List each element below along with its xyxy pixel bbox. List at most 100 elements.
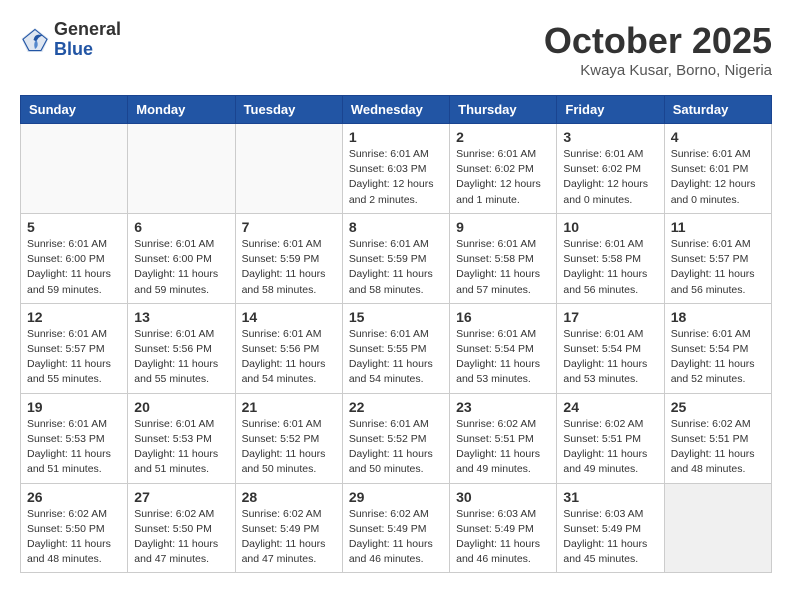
day-info: Sunrise: 6:01 AM Sunset: 5:55 PM Dayligh… <box>349 327 443 388</box>
calendar-day: 2Sunrise: 6:01 AM Sunset: 6:02 PM Daylig… <box>450 124 557 214</box>
calendar-day: 29Sunrise: 6:02 AM Sunset: 5:49 PM Dayli… <box>342 483 449 573</box>
calendar-day: 25 Sunrise: 6:02 AM Sunset: 5:51 PM Dayli… <box>664 393 771 483</box>
page-header: General Blue October 2025 Kwaya Kusar, B… <box>20 20 772 79</box>
calendar-table: SundayMondayTuesdayWednesdayThursdayFrid… <box>20 95 772 573</box>
logo-text: General Blue <box>54 20 121 60</box>
calendar-day: 9Sunrise: 6:01 AM Sunset: 5:58 PM Daylig… <box>450 213 557 303</box>
calendar-day <box>235 124 342 214</box>
day-number: 30 <box>456 489 550 505</box>
day-number: 25 <box>671 399 765 415</box>
day-info: Sunrise: 6:01 AM Sunset: 6:03 PM Dayligh… <box>349 147 443 208</box>
calendar-day: 7 Sunrise: 6:01 AM Sunset: 5:59 PM Daylig… <box>235 213 342 303</box>
calendar-day <box>664 483 771 573</box>
day-info: Sunrise: 6:02 AM Sunset: 5:50 PM Dayligh… <box>27 507 121 568</box>
day-info: Sunrise: 6:01 AM Sunset: 5:53 PM Dayligh… <box>134 417 228 478</box>
logo-general: General <box>54 20 121 40</box>
calendar-day <box>128 124 235 214</box>
calendar-day: 12 Sunrise: 6:01 AM Sunset: 5:57 PM Dayli… <box>21 303 128 393</box>
calendar-day: 30 Sunrise: 6:03 AM Sunset: 5:49 PM Dayli… <box>450 483 557 573</box>
weekday-header: Saturday <box>664 96 771 124</box>
calendar-week-row: 5 Sunrise: 6:01 AM Sunset: 6:00 PM Daylig… <box>21 213 772 303</box>
day-info: Sunrise: 6:02 AM Sunset: 5:51 PM Dayligh… <box>671 417 765 478</box>
day-number: 17 <box>563 309 657 325</box>
day-number: 29 <box>349 489 443 505</box>
calendar-day: 28Sunrise: 6:02 AM Sunset: 5:49 PM Dayli… <box>235 483 342 573</box>
calendar-day: 15 Sunrise: 6:01 AM Sunset: 5:55 PM Dayli… <box>342 303 449 393</box>
day-info: Sunrise: 6:01 AM Sunset: 5:59 PM Dayligh… <box>349 237 443 298</box>
weekday-header: Thursday <box>450 96 557 124</box>
day-info: Sunrise: 6:03 AM Sunset: 5:49 PM Dayligh… <box>456 507 550 568</box>
day-info: Sunrise: 6:01 AM Sunset: 5:54 PM Dayligh… <box>671 327 765 388</box>
day-number: 11 <box>671 219 765 235</box>
calendar-day: 5 Sunrise: 6:01 AM Sunset: 6:00 PM Daylig… <box>21 213 128 303</box>
day-number: 5 <box>27 219 121 235</box>
day-info: Sunrise: 6:02 AM Sunset: 5:51 PM Dayligh… <box>563 417 657 478</box>
calendar-week-row: 26 Sunrise: 6:02 AM Sunset: 5:50 PM Dayli… <box>21 483 772 573</box>
calendar-day: 18 Sunrise: 6:01 AM Sunset: 5:54 PM Dayli… <box>664 303 771 393</box>
day-number: 31 <box>563 489 657 505</box>
day-number: 8 <box>349 219 443 235</box>
day-number: 4 <box>671 129 765 145</box>
weekday-header: Sunday <box>21 96 128 124</box>
day-info: Sunrise: 6:03 AM Sunset: 5:49 PM Dayligh… <box>563 507 657 568</box>
day-number: 26 <box>27 489 121 505</box>
calendar-day: 3 Sunrise: 6:01 AM Sunset: 6:02 PM Daylig… <box>557 124 664 214</box>
day-info: Sunrise: 6:01 AM Sunset: 5:57 PM Dayligh… <box>27 327 121 388</box>
day-number: 20 <box>134 399 228 415</box>
calendar-day: 10 Sunrise: 6:01 AM Sunset: 5:58 PM Dayli… <box>557 213 664 303</box>
day-number: 23 <box>456 399 550 415</box>
calendar-day: 13Sunrise: 6:01 AM Sunset: 5:56 PM Dayli… <box>128 303 235 393</box>
day-number: 7 <box>242 219 336 235</box>
calendar-day: 14 Sunrise: 6:01 AM Sunset: 5:56 PM Dayli… <box>235 303 342 393</box>
day-info: Sunrise: 6:01 AM Sunset: 5:52 PM Dayligh… <box>242 417 336 478</box>
day-number: 6 <box>134 219 228 235</box>
day-number: 24 <box>563 399 657 415</box>
day-number: 15 <box>349 309 443 325</box>
day-info: Sunrise: 6:02 AM Sunset: 5:51 PM Dayligh… <box>456 417 550 478</box>
day-info: Sunrise: 6:01 AM Sunset: 6:02 PM Dayligh… <box>563 147 657 208</box>
calendar-day: 31 Sunrise: 6:03 AM Sunset: 5:49 PM Dayli… <box>557 483 664 573</box>
day-info: Sunrise: 6:01 AM Sunset: 6:00 PM Dayligh… <box>27 237 121 298</box>
calendar-day: 24 Sunrise: 6:02 AM Sunset: 5:51 PM Dayli… <box>557 393 664 483</box>
day-info: Sunrise: 6:01 AM Sunset: 5:53 PM Dayligh… <box>27 417 121 478</box>
calendar-week-row: 12 Sunrise: 6:01 AM Sunset: 5:57 PM Dayli… <box>21 303 772 393</box>
weekday-header: Wednesday <box>342 96 449 124</box>
weekday-header-row: SundayMondayTuesdayWednesdayThursdayFrid… <box>21 96 772 124</box>
day-number: 27 <box>134 489 228 505</box>
day-info: Sunrise: 6:01 AM Sunset: 5:56 PM Dayligh… <box>242 327 336 388</box>
calendar-day: 6 Sunrise: 6:01 AM Sunset: 6:00 PM Daylig… <box>128 213 235 303</box>
day-info: Sunrise: 6:01 AM Sunset: 5:54 PM Dayligh… <box>456 327 550 388</box>
day-number: 16 <box>456 309 550 325</box>
day-info: Sunrise: 6:02 AM Sunset: 5:49 PM Dayligh… <box>242 507 336 568</box>
day-info: Sunrise: 6:01 AM Sunset: 5:56 PM Dayligh… <box>134 327 228 388</box>
calendar-day <box>21 124 128 214</box>
logo: General Blue <box>20 20 121 60</box>
calendar-day: 19Sunrise: 6:01 AM Sunset: 5:53 PM Dayli… <box>21 393 128 483</box>
day-number: 21 <box>242 399 336 415</box>
day-number: 3 <box>563 129 657 145</box>
day-info: Sunrise: 6:01 AM Sunset: 6:00 PM Dayligh… <box>134 237 228 298</box>
day-info: Sunrise: 6:01 AM Sunset: 6:02 PM Dayligh… <box>456 147 550 208</box>
day-info: Sunrise: 6:01 AM Sunset: 5:59 PM Dayligh… <box>242 237 336 298</box>
calendar-day: 1Sunrise: 6:01 AM Sunset: 6:03 PM Daylig… <box>342 124 449 214</box>
day-number: 18 <box>671 309 765 325</box>
day-info: Sunrise: 6:02 AM Sunset: 5:50 PM Dayligh… <box>134 507 228 568</box>
weekday-header: Friday <box>557 96 664 124</box>
calendar-day: 16 Sunrise: 6:01 AM Sunset: 5:54 PM Dayli… <box>450 303 557 393</box>
calendar-day: 17Sunrise: 6:01 AM Sunset: 5:54 PM Dayli… <box>557 303 664 393</box>
calendar-day: 20 Sunrise: 6:01 AM Sunset: 5:53 PM Dayli… <box>128 393 235 483</box>
day-info: Sunrise: 6:01 AM Sunset: 5:57 PM Dayligh… <box>671 237 765 298</box>
day-number: 10 <box>563 219 657 235</box>
day-info: Sunrise: 6:01 AM Sunset: 5:52 PM Dayligh… <box>349 417 443 478</box>
day-number: 12 <box>27 309 121 325</box>
day-number: 14 <box>242 309 336 325</box>
calendar-day: 27 Sunrise: 6:02 AM Sunset: 5:50 PM Dayli… <box>128 483 235 573</box>
calendar-day: 8 Sunrise: 6:01 AM Sunset: 5:59 PM Daylig… <box>342 213 449 303</box>
calendar-week-row: 1Sunrise: 6:01 AM Sunset: 6:03 PM Daylig… <box>21 124 772 214</box>
calendar-day: 22 Sunrise: 6:01 AM Sunset: 5:52 PM Dayli… <box>342 393 449 483</box>
calendar-day: 23 Sunrise: 6:02 AM Sunset: 5:51 PM Dayli… <box>450 393 557 483</box>
day-info: Sunrise: 6:01 AM Sunset: 5:58 PM Dayligh… <box>563 237 657 298</box>
day-number: 22 <box>349 399 443 415</box>
day-info: Sunrise: 6:01 AM Sunset: 5:58 PM Dayligh… <box>456 237 550 298</box>
location: Kwaya Kusar, Borno, Nigeria <box>544 62 772 79</box>
